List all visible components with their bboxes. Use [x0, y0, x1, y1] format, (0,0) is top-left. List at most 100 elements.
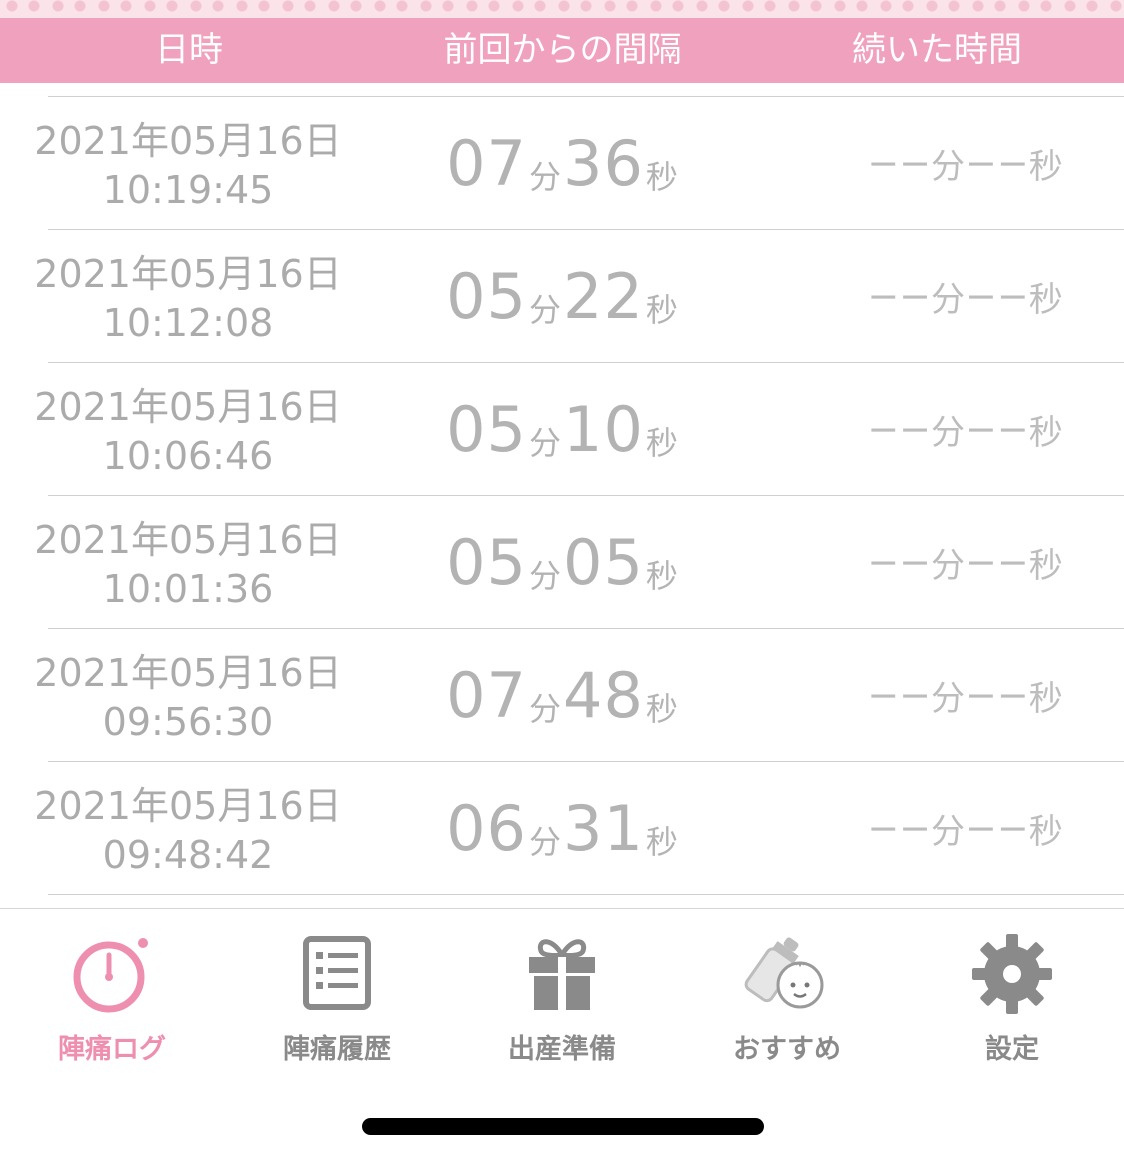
- second-unit: 秒: [645, 424, 678, 462]
- row-datetime: 2021年05月16日 09:56:30: [0, 649, 376, 747]
- list-icon: [303, 936, 371, 1010]
- minute-unit: 分: [528, 823, 561, 861]
- second-unit: 秒: [645, 158, 678, 196]
- baby-bottle-icon: [744, 937, 824, 1009]
- header-datetime: 日時: [155, 30, 223, 70]
- row-date: 2021年05月16日: [34, 252, 342, 296]
- second-unit: 秒: [1028, 678, 1063, 719]
- interval-seconds: 31: [563, 791, 644, 865]
- minute-unit: 分: [528, 424, 561, 462]
- duration-seconds: −−: [965, 673, 1029, 717]
- row-datetime: 2021年05月16日 09:48:42: [0, 782, 376, 880]
- row-interval: 05 分 10 秒: [408, 363, 718, 495]
- duration-seconds: −−: [965, 540, 1029, 584]
- table-row[interactable]: 2021年05月16日 10:19:45 07 分 36 秒 −− 分 −− 秒: [34, 96, 1124, 229]
- second-unit: 秒: [645, 823, 678, 861]
- row-interval: 07 分 48 秒: [408, 629, 718, 761]
- minute-unit: 分: [931, 811, 965, 852]
- second-unit: 秒: [645, 690, 678, 728]
- interval-minutes: 07: [446, 126, 527, 200]
- row-duration: −− 分 −− 秒: [798, 230, 1124, 362]
- second-unit: 秒: [645, 291, 678, 329]
- minute-unit: 分: [528, 291, 561, 329]
- row-datetime: 2021年05月16日 10:06:46: [0, 383, 376, 481]
- interval-minutes: 05: [446, 525, 527, 599]
- duration-minutes: −−: [867, 274, 931, 318]
- row-time: 09:48:42: [102, 833, 274, 877]
- duration-minutes: −−: [867, 407, 931, 451]
- row-datetime: 2021年05月16日 10:01:36: [0, 516, 376, 614]
- tab-contraction-log[interactable]: 陣痛ログ: [12, 929, 212, 1066]
- header-duration: 続いた時間: [852, 30, 1022, 70]
- row-date: 2021年05月16日: [34, 119, 342, 163]
- tab-label: 陣痛ログ: [58, 1034, 166, 1065]
- minute-unit: 分: [528, 690, 561, 728]
- minute-unit: 分: [931, 146, 965, 187]
- row-time: 10:12:08: [102, 301, 274, 345]
- stopwatch-icon: [73, 938, 148, 1013]
- tab-contraction-history[interactable]: 陣痛履歴: [237, 929, 437, 1066]
- contraction-list[interactable]: 2021年05月16日 10:19:45 07 分 36 秒 −− 分 −− 秒 2021年…: [0, 96, 1124, 895]
- interval-minutes: 05: [446, 392, 527, 466]
- row-datetime: 2021年05月16日 10:19:45: [0, 117, 376, 215]
- table-header: 日時 前回からの間隔 続いた時間: [0, 18, 1124, 83]
- second-unit: 秒: [1028, 545, 1063, 586]
- table-row[interactable]: 2021年05月16日 10:12:08 05 分 22 秒 −− 分 −− 秒: [34, 229, 1124, 362]
- duration-minutes: −−: [867, 673, 931, 717]
- interval-seconds: 05: [563, 525, 644, 599]
- row-date: 2021年05月16日: [34, 518, 342, 562]
- duration-minutes: −−: [867, 806, 931, 850]
- home-indicator[interactable]: [362, 1118, 764, 1135]
- duration-seconds: −−: [965, 407, 1029, 451]
- second-unit: 秒: [1028, 412, 1063, 453]
- row-interval: 05 分 22 秒: [408, 230, 718, 362]
- tab-label: 出産準備: [508, 1034, 616, 1065]
- tab-label: 陣痛履歴: [283, 1034, 391, 1065]
- minute-unit: 分: [931, 412, 965, 453]
- interval-minutes: 07: [446, 658, 527, 732]
- duration-minutes: −−: [867, 540, 931, 584]
- second-unit: 秒: [1028, 146, 1063, 187]
- interval-seconds: 10: [563, 392, 644, 466]
- row-duration: −− 分 −− 秒: [798, 97, 1124, 229]
- row-date: 2021年05月16日: [34, 784, 342, 828]
- gear-icon: [972, 934, 1052, 1014]
- row-duration: −− 分 −− 秒: [798, 363, 1124, 495]
- row-duration: −− 分 −− 秒: [798, 629, 1124, 761]
- second-unit: 秒: [645, 557, 678, 595]
- top-pattern-strip: [0, 0, 1124, 18]
- row-time: 09:56:30: [102, 700, 274, 744]
- tab-birth-preparation[interactable]: 出産準備: [462, 929, 662, 1066]
- gift-icon: [529, 939, 595, 1010]
- table-row[interactable]: 2021年05月16日 10:01:36 05 分 05 秒 −− 分 −− 秒: [34, 495, 1124, 628]
- interval-seconds: 48: [563, 658, 644, 732]
- minute-unit: 分: [931, 279, 965, 320]
- second-unit: 秒: [1028, 279, 1063, 320]
- header-interval: 前回からの間隔: [443, 30, 682, 70]
- contraction-log-screen: 日時 前回からの間隔 続いた時間 2021年05月16日 10:19:45 07…: [0, 0, 1124, 1158]
- row-datetime: 2021年05月16日 10:12:08: [0, 250, 376, 348]
- minute-unit: 分: [931, 545, 965, 586]
- interval-minutes: 06: [446, 791, 527, 865]
- row-date: 2021年05月16日: [34, 385, 342, 429]
- row-interval: 07 分 36 秒: [408, 97, 718, 229]
- interval-seconds: 36: [563, 126, 644, 200]
- table-row[interactable]: 2021年05月16日 09:48:42 06 分 31 秒 −− 分 −− 秒: [34, 761, 1124, 895]
- row-duration: −− 分 −− 秒: [798, 496, 1124, 628]
- tab-label: 設定: [985, 1034, 1039, 1065]
- table-row[interactable]: 2021年05月16日 10:06:46 05 分 10 秒 −− 分 −− 秒: [34, 362, 1124, 495]
- second-unit: 秒: [1028, 811, 1063, 852]
- tab-settings[interactable]: 設定: [912, 929, 1112, 1066]
- row-interval: 06 分 31 秒: [408, 762, 718, 894]
- row-date: 2021年05月16日: [34, 651, 342, 695]
- row-time: 10:01:36: [102, 567, 274, 611]
- table-row[interactable]: 2021年05月16日 09:56:30 07 分 48 秒 −− 分 −− 秒: [34, 628, 1124, 761]
- interval-seconds: 22: [563, 259, 644, 333]
- duration-minutes: −−: [867, 141, 931, 185]
- tab-recommended[interactable]: おすすめ: [687, 929, 887, 1066]
- duration-seconds: −−: [965, 806, 1029, 850]
- tab-label: おすすめ: [733, 1034, 841, 1065]
- row-interval: 05 分 05 秒: [408, 496, 718, 628]
- duration-seconds: −−: [965, 274, 1029, 318]
- row-time: 10:19:45: [102, 168, 274, 212]
